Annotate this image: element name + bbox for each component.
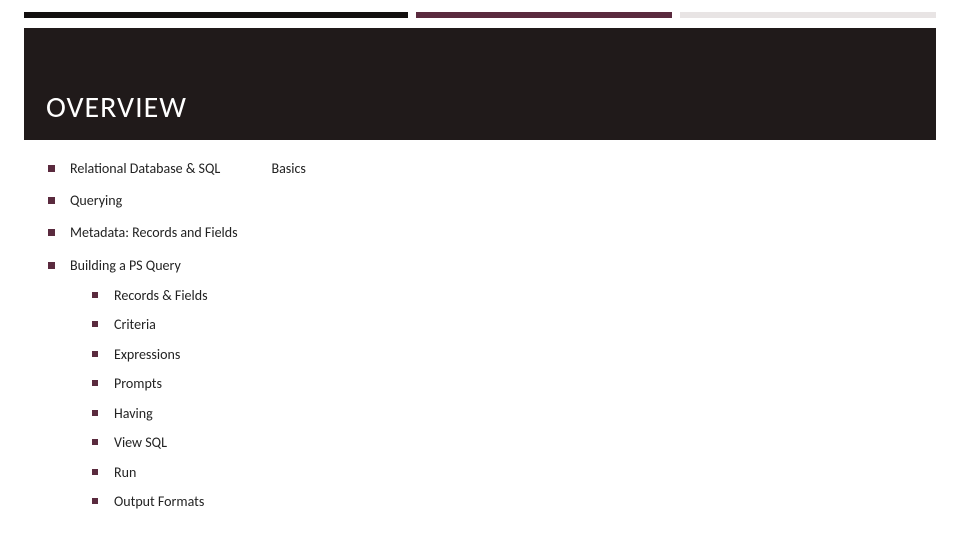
accent-seg-wine [416, 12, 672, 18]
bullet-text: Relational Database & SQL [70, 160, 220, 177]
title-band: OVERVIEW [24, 28, 936, 140]
bullet-text: Prompts [114, 375, 162, 392]
list-item: Output Formats [92, 493, 912, 511]
bullet-list: Relational Database & SQL Basics Queryin… [48, 160, 912, 511]
list-item: Relational Database & SQL Basics [48, 160, 912, 178]
list-item: View SQL [92, 434, 912, 452]
accent-bar [24, 12, 936, 18]
bullet-text: Having [114, 405, 153, 422]
list-item: Metadata: Records and Fields [48, 224, 912, 242]
bullet-extra: Basics [271, 160, 305, 178]
slide-title: OVERVIEW [46, 89, 187, 126]
bullet-text: Metadata: Records and Fields [70, 224, 238, 241]
content-area: Relational Database & SQL Basics Queryin… [48, 160, 912, 520]
bullet-text: Output Formats [114, 493, 204, 510]
bullet-text: Records & Fields [114, 287, 208, 304]
accent-seg-light [680, 12, 936, 18]
bullet-text: Run [114, 464, 136, 481]
accent-seg-dark [24, 12, 408, 18]
list-item: Prompts [92, 375, 912, 393]
list-item: Records & Fields [92, 287, 912, 305]
list-item: Run [92, 464, 912, 482]
bullet-text: Querying [70, 192, 122, 209]
bullet-text: Expressions [114, 346, 180, 363]
bullet-text: Building a PS Query [70, 257, 181, 274]
bullet-text: Criteria [114, 316, 156, 333]
list-item: Criteria [92, 316, 912, 334]
list-item: Building a PS Query Records & Fields Cri… [48, 257, 912, 511]
list-item: Querying [48, 192, 912, 210]
list-item: Having [92, 405, 912, 423]
list-item: Expressions [92, 346, 912, 364]
bullet-text: View SQL [114, 434, 167, 451]
sub-bullet-list: Records & Fields Criteria Expressions Pr… [92, 287, 912, 511]
